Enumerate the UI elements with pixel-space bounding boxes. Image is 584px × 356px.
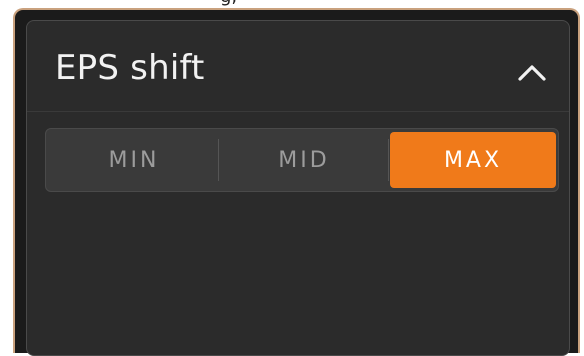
- header-divider: [27, 111, 569, 112]
- eps-shift-panel: EPS shift MIN MID MAX: [26, 20, 570, 356]
- option-mid-button[interactable]: MID: [220, 132, 388, 188]
- panel-title: EPS shift: [55, 48, 205, 88]
- clipped-text: g,: [220, 0, 237, 7]
- segment-divider: [388, 139, 389, 181]
- segment-divider: [218, 139, 219, 181]
- eps-shift-segmented-control: MIN MID MAX: [45, 128, 559, 192]
- chevron-up-icon[interactable]: [512, 57, 552, 87]
- option-min-button[interactable]: MIN: [50, 132, 218, 188]
- option-max-button[interactable]: MAX: [390, 132, 556, 188]
